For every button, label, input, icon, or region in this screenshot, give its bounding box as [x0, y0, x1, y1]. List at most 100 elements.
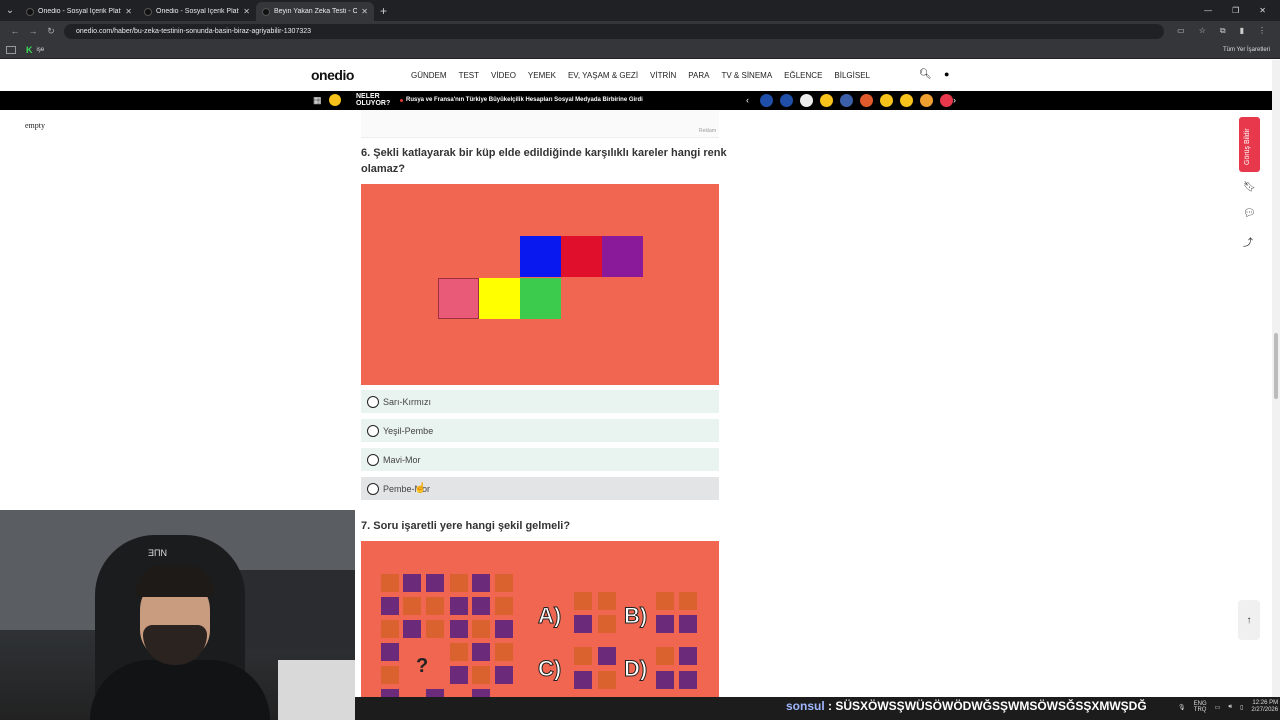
- all-bookmarks-link[interactable]: Tüm Yer İşaretleri: [1223, 47, 1274, 53]
- profile-icon[interactable]: ▮: [1240, 26, 1244, 36]
- volume-icon[interactable]: 🔊︎: [1228, 704, 1232, 711]
- restore-icon[interactable]: ❐: [1232, 6, 1239, 15]
- emoji-icon[interactable]: [920, 94, 933, 107]
- language-indicator[interactable]: ENG TRQ: [1194, 701, 1207, 713]
- browser-tab-2[interactable]: Onedio - Sosyal İçerik Platform ✕: [138, 2, 256, 21]
- mouse-cursor-icon: ☝: [414, 483, 427, 494]
- emoji-icon[interactable]: [800, 94, 813, 107]
- clock-time: 12:26 PM: [1252, 700, 1279, 706]
- minimize-icon[interactable]: —: [1204, 6, 1212, 15]
- main-menu: GÜNDEM TEST VİDEO YEMEK EV, YAŞAM & GEZİ…: [411, 71, 870, 80]
- option-d-cell: [679, 647, 697, 665]
- apps-icon[interactable]: [6, 45, 16, 54]
- grid-cell: [472, 643, 490, 661]
- new-tab-icon[interactable]: +: [380, 4, 387, 18]
- url-text: onedio.com/haber/bu-zeka-testinin-sonund…: [76, 27, 312, 35]
- webcam-body: [90, 660, 270, 720]
- address-tools: ▭ ☆ ⧉ ▮ ⋮: [1177, 26, 1274, 36]
- emoji-icon[interactable]: [840, 94, 853, 107]
- menu-item-para[interactable]: PARA: [688, 71, 709, 80]
- menu-item-eglence[interactable]: EĞLENCE: [784, 71, 822, 80]
- radio-icon[interactable]: [367, 424, 379, 437]
- chat-separator: :: [824, 699, 836, 713]
- site-logo[interactable]: onedio: [311, 67, 354, 83]
- option-d-cell: [679, 671, 697, 689]
- news-ticker: ▦ NELER OLUYOR? Rusya ve Fransa'nın Türk…: [0, 91, 1272, 110]
- grid-cell: [472, 689, 490, 697]
- scroll-to-top-button[interactable]: ↑: [1238, 600, 1260, 640]
- bookmark-icon[interactable]: 🔖︎: [1243, 182, 1256, 193]
- feedback-button[interactable]: Görüş Bildir: [1239, 117, 1260, 172]
- share-icon[interactable]: ⤴: [1243, 234, 1253, 249]
- radio-icon[interactable]: [367, 453, 379, 466]
- emoji-icon[interactable]: [820, 94, 833, 107]
- comment-icon[interactable]: 💬︎: [1243, 208, 1256, 219]
- url-field[interactable]: onedio.com/haber/bu-zeka-testinin-sonund…: [64, 23, 1164, 39]
- emoji-icon[interactable]: [900, 94, 913, 107]
- answer-label: Sarı-Kırmızı: [383, 396, 432, 407]
- menu-item-video[interactable]: VİDEO: [491, 71, 516, 80]
- bookmark-item[interactable]: işe: [37, 47, 45, 53]
- option-b-cell: [656, 592, 674, 610]
- radio-icon[interactable]: [367, 395, 379, 408]
- back-icon[interactable]: ←: [6, 26, 24, 36]
- close-icon[interactable]: ✕: [125, 7, 132, 16]
- bookmark-star-icon[interactable]: ☆: [1199, 26, 1206, 36]
- reload-icon[interactable]: ↻: [42, 26, 60, 37]
- mic-icon[interactable]: 🎙︎: [1178, 704, 1186, 711]
- emoji-icon[interactable]: [880, 94, 893, 107]
- close-icon[interactable]: ✕: [361, 7, 368, 16]
- grid-cell: [472, 620, 490, 638]
- answer-option[interactable]: Mavi-Mor: [361, 448, 719, 471]
- menu-item-tv-sinema[interactable]: TV & SİNEMA: [721, 71, 772, 80]
- chevron-right-icon[interactable]: ›: [953, 95, 956, 105]
- option-c-cell: [598, 671, 616, 689]
- menu-item-yemek[interactable]: YEMEK: [528, 71, 556, 80]
- emoji-icon[interactable]: [780, 94, 793, 107]
- grid-cell: [450, 597, 468, 615]
- browser-menu-icon[interactable]: ⋮: [1258, 26, 1266, 36]
- install-icon[interactable]: ▭: [1177, 26, 1185, 36]
- tab-title: Onedio - Sosyal İçerik Platform: [156, 8, 239, 15]
- live-dot-icon: [400, 99, 403, 102]
- option-a-label: A): [537, 603, 562, 629]
- answer-option[interactable]: Yeşil-Pembe: [361, 419, 719, 442]
- emoji-icon[interactable]: [940, 94, 953, 107]
- ticker-headline[interactable]: Rusya ve Fransa'nın Türkiye Büyükelçilik…: [406, 97, 643, 103]
- clock[interactable]: 12:26 PM 2/27/2026: [1251, 700, 1278, 714]
- address-bar: ← → ↻ onedio.com/haber/bu-zeka-testinin-…: [0, 21, 1280, 41]
- menu-item-bilgisel[interactable]: BİLGİSEL: [834, 71, 870, 80]
- forward-icon[interactable]: →: [24, 26, 42, 36]
- user-icon[interactable]: ●: [944, 69, 949, 79]
- answer-option[interactable]: Sarı-Kırmızı: [361, 390, 719, 413]
- browser-tab-3[interactable]: Beyin Yakan Zeka Testi - Oned ✕: [256, 2, 374, 21]
- extensions-icon[interactable]: ⧉: [1220, 26, 1226, 36]
- option-c-label: C): [537, 656, 562, 682]
- webcam-cap-logo: ƎΠN: [148, 548, 168, 558]
- site-header: onedio GÜNDEM TEST VİDEO YEMEK EV, YAŞAM…: [0, 60, 1272, 91]
- menu-item-gundem[interactable]: GÜNDEM: [411, 71, 447, 80]
- battery-icon[interactable]: ▯: [1240, 704, 1243, 711]
- arrow-up-icon: ↑: [1246, 614, 1252, 626]
- webcam-box: [278, 660, 355, 720]
- close-icon[interactable]: ✕: [243, 7, 250, 16]
- emoji-icon[interactable]: [760, 94, 773, 107]
- menu-item-vitrin[interactable]: VİTRİN: [650, 71, 676, 80]
- cube-face-blue: [520, 236, 561, 277]
- close-window-icon[interactable]: ✕: [1259, 6, 1266, 15]
- menu-item-test[interactable]: TEST: [459, 71, 479, 80]
- tab-title: Beyin Yakan Zeka Testi - Oned: [274, 8, 358, 15]
- tab-search-icon[interactable]: ⌄: [0, 0, 20, 21]
- radio-icon[interactable]: [367, 482, 379, 495]
- sidebar-placeholder: empty: [25, 121, 45, 130]
- grid-cell: [472, 597, 490, 615]
- emoji-icon[interactable]: [860, 94, 873, 107]
- browser-tab-1[interactable]: Onedio - Sosyal İçerik Platform ✕: [20, 2, 138, 21]
- menu-item-ev-yasam[interactable]: EV, YAŞAM & GEZİ: [568, 71, 638, 80]
- network-icon[interactable]: ▭: [1215, 704, 1221, 711]
- scrollbar-thumb[interactable]: [1274, 333, 1278, 399]
- grid-icon[interactable]: ▦: [313, 96, 322, 105]
- search-icon[interactable]: 🔍︎: [919, 69, 932, 80]
- question-mark: ?: [416, 655, 429, 677]
- chevron-left-icon[interactable]: ‹: [746, 95, 749, 105]
